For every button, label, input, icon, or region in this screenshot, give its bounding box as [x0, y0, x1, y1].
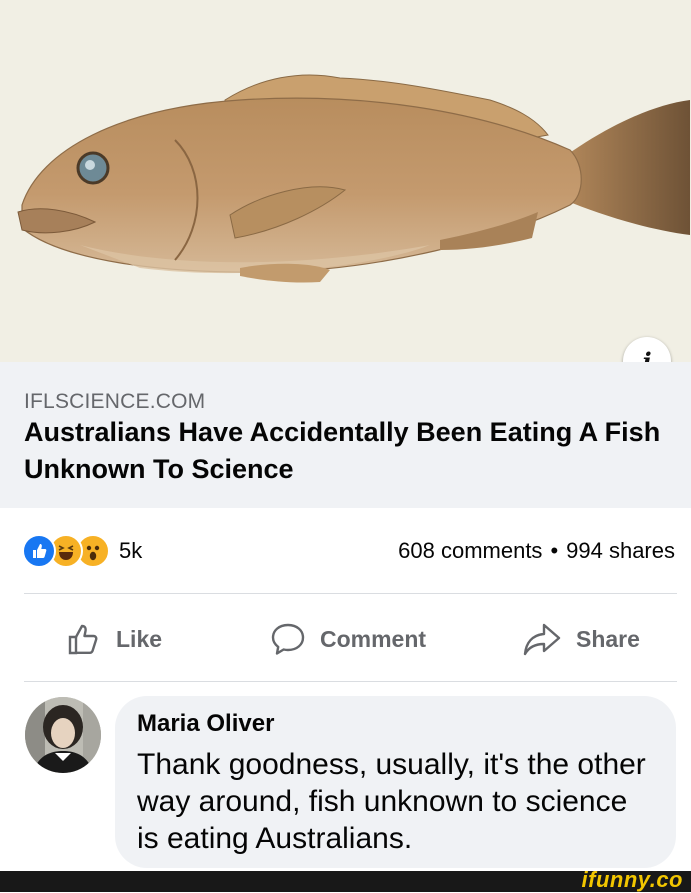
comment-label: Comment	[320, 625, 427, 652]
engagement-stats: 608 comments • 994 shares	[398, 538, 675, 564]
avatar[interactable]	[25, 697, 101, 773]
comment-bubble-icon	[271, 623, 305, 655]
profile-photo	[25, 697, 101, 773]
comment-author[interactable]: Maria Oliver	[137, 710, 274, 738]
article-image[interactable]: i	[0, 0, 691, 362]
like-icon	[22, 534, 56, 568]
reactions-summary[interactable]: 5k	[22, 533, 142, 569]
comment-text: Thank goodness, usually, it's the other …	[137, 748, 646, 855]
share-button[interactable]: Share	[522, 618, 640, 660]
share-arrow-icon	[523, 623, 561, 656]
link-domain: IFLSCIENCE.COM	[24, 390, 206, 413]
like-label: Like	[116, 625, 163, 652]
watermark-logo: ifunny.co	[581, 867, 683, 892]
divider	[24, 681, 677, 682]
stats-separator: •	[550, 538, 559, 563]
divider	[24, 593, 677, 594]
share-label: Share	[576, 625, 640, 652]
reaction-count[interactable]: 5k	[119, 538, 142, 564]
thumbs-up-icon	[68, 624, 98, 655]
comments-count[interactable]: 608 comments	[398, 538, 542, 563]
link-headline[interactable]: Australians Have Accidentally Been Eatin…	[24, 414, 664, 488]
shares-count[interactable]: 994 shares	[566, 538, 675, 563]
grouper-fish-image	[17, 74, 690, 283]
like-button[interactable]: Like	[66, 618, 162, 660]
comment-button[interactable]: Comment	[270, 618, 426, 660]
